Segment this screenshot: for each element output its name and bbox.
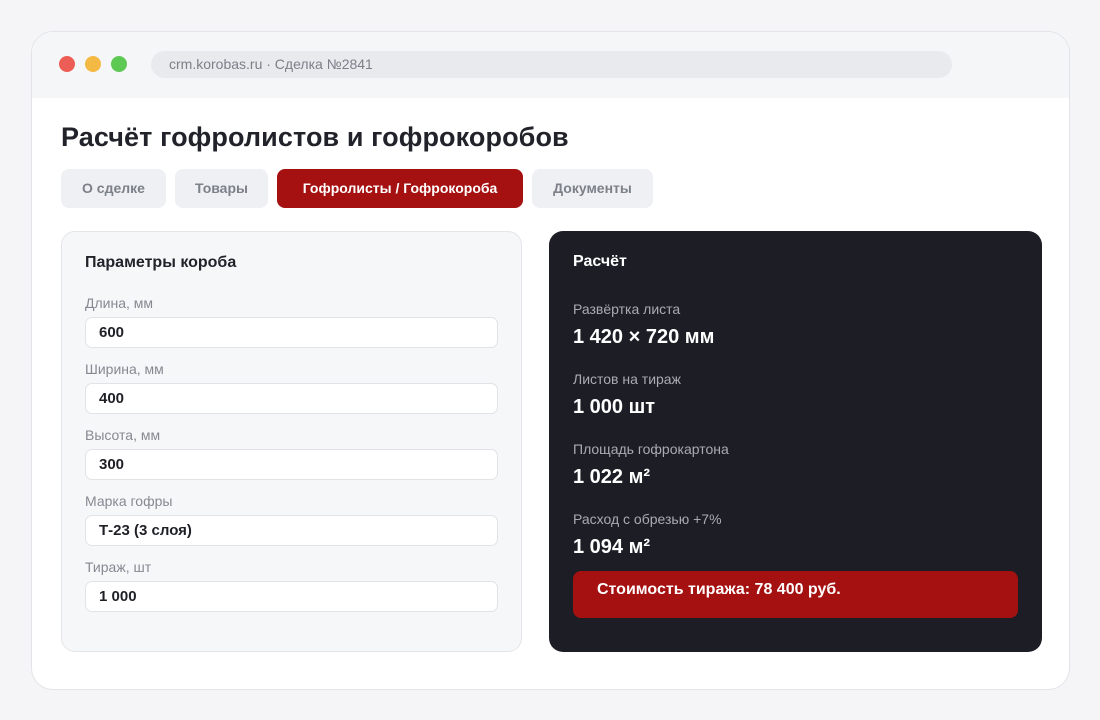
sheets-count-value: 1 000 шт bbox=[573, 396, 656, 418]
tab-products[interactable]: Товары bbox=[175, 169, 268, 208]
height-input[interactable]: 300 bbox=[85, 449, 498, 480]
sheet-blank-label: Развёртка листа bbox=[573, 301, 681, 317]
flute-grade-label: Марка гофры bbox=[85, 493, 173, 509]
page-title: Расчёт гофролистов и гофрокоробов bbox=[61, 122, 569, 152]
address-bar[interactable]: crm.korobas.ru · Сделка №2841 bbox=[151, 51, 952, 78]
minimize-window-button[interactable] bbox=[85, 56, 101, 72]
board-area-value: 1 022 м² bbox=[573, 466, 651, 488]
tab-deal-info[interactable]: О сделке bbox=[61, 169, 166, 208]
quantity-input[interactable]: 1 000 bbox=[85, 581, 498, 612]
length-label: Длина, мм bbox=[85, 295, 154, 311]
tab-corrugated-sheets[interactable]: Гофролисты / Гофрокороба bbox=[277, 169, 523, 208]
length-input[interactable]: 600 bbox=[85, 317, 498, 348]
width-input[interactable]: 400 bbox=[85, 383, 498, 414]
calculation-title: Расчёт bbox=[573, 253, 627, 270]
width-label: Ширина, мм bbox=[85, 361, 164, 377]
box-parameters-panel: Параметры короба Длина, мм 600 Ширина, м… bbox=[61, 231, 522, 652]
tab-documents[interactable]: Документы bbox=[532, 169, 653, 208]
height-label: Высота, мм bbox=[85, 427, 161, 443]
close-window-button[interactable] bbox=[59, 56, 75, 72]
sheets-count-label: Листов на тираж bbox=[573, 371, 681, 387]
calculation-panel: Расчёт Развёртка листа 1 420 × 720 мм Ли… bbox=[549, 231, 1042, 652]
total-cost-badge: Стоимость тиража: 78 400 руб. bbox=[573, 571, 1018, 618]
box-parameters-title: Параметры короба bbox=[85, 254, 237, 271]
board-area-label: Площадь гофрокартона bbox=[573, 441, 729, 457]
title-bar: crm.korobas.ru · Сделка №2841 bbox=[32, 32, 1069, 98]
consumption-value: 1 094 м² bbox=[573, 536, 651, 558]
quantity-label: Тираж, шт bbox=[85, 559, 152, 575]
sheet-blank-value: 1 420 × 720 мм bbox=[573, 326, 715, 348]
flute-grade-input[interactable]: Т-23 (3 слоя) bbox=[85, 515, 498, 546]
browser-window: crm.korobas.ru · Сделка №2841 Расчёт гоф… bbox=[31, 31, 1070, 690]
maximize-window-button[interactable] bbox=[111, 56, 127, 72]
consumption-label: Расход с обрезью +7% bbox=[573, 511, 722, 527]
